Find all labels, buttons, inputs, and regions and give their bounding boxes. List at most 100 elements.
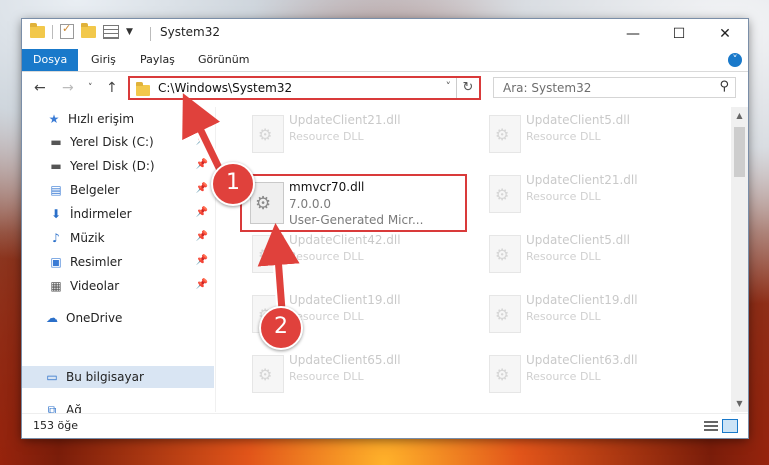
navigation-bar: ← → ˅ ↑ C:\Windows\System32 ˅ ↻ Ara: Sys… <box>22 72 748 106</box>
nav-item-label: Hızlı erişim <box>68 112 135 126</box>
dll-file-icon <box>489 235 521 273</box>
file-item[interactable]: UpdateClient21.dll Resource DLL <box>240 107 470 159</box>
music-icon: ♪ <box>52 231 60 245</box>
file-type: Resource DLL <box>289 250 364 263</box>
file-name: mmvcr70.dll <box>289 180 365 194</box>
details-view-icon[interactable] <box>704 419 718 431</box>
address-path[interactable]: C:\Windows\System32 <box>158 81 292 95</box>
tab-paylas[interactable]: Paylaş <box>140 49 175 71</box>
nav-item-onedrive[interactable]: ☁ OneDrive <box>22 307 214 329</box>
drive-icon: ▬ <box>50 159 62 173</box>
download-icon: ⬇ <box>50 207 62 221</box>
file-name: UpdateClient63.dll <box>526 353 638 367</box>
file-type: Resource DLL <box>526 190 601 203</box>
search-icon[interactable]: ⚲ <box>719 79 729 94</box>
nav-item-disk-c[interactable]: ▬ Yerel Disk (C:) 📌 <box>22 131 214 153</box>
nav-item-label: Resimler <box>70 255 123 269</box>
pin-icon: 📌 <box>195 207 208 218</box>
file-name: UpdateClient19.dll <box>526 293 638 307</box>
up-icon[interactable]: ↑ <box>106 80 118 96</box>
dll-file-icon <box>250 182 284 224</box>
search-placeholder[interactable]: Ara: System32 <box>503 81 591 95</box>
new-folder-icon[interactable] <box>81 22 96 38</box>
star-icon: ★ <box>48 112 60 126</box>
dll-file-icon <box>489 295 521 333</box>
folder-icon <box>30 22 45 38</box>
nav-item-downloads[interactable]: ⬇ İndirmeler 📌 <box>22 203 214 225</box>
vertical-scrollbar[interactable]: ▲ ▼ <box>731 107 748 412</box>
pin-icon: 📌 <box>195 231 208 242</box>
dll-file-icon <box>489 355 521 393</box>
nav-item-label: Belgeler <box>70 183 120 197</box>
nav-item-videos[interactable]: ▦ Videolar 📌 <box>22 275 214 297</box>
file-item[interactable]: UpdateClient63.dll Resource DLL <box>477 347 707 399</box>
nav-item-pictures[interactable]: ▣ Resimler 📌 <box>22 251 214 273</box>
file-item[interactable]: UpdateClient5.dll Resource DLL <box>477 107 707 159</box>
address-dropdown-icon[interactable]: ˅ <box>446 80 452 93</box>
pane-divider <box>215 107 216 412</box>
tab-dosya[interactable]: Dosya <box>22 49 79 71</box>
nav-item-documents[interactable]: ▤ Belgeler 📌 <box>22 179 214 201</box>
nav-item-label: İndirmeler <box>70 207 132 221</box>
documents-icon: ▤ <box>50 183 62 197</box>
pictures-icon: ▣ <box>50 255 62 269</box>
scroll-down-icon[interactable]: ▼ <box>731 395 748 412</box>
ribbon-expand-icon[interactable]: ˅ <box>728 53 742 67</box>
nav-item-this-pc[interactable]: ▭ Bu bilgisayar <box>22 366 214 388</box>
file-item[interactable]: UpdateClient42.dll Resource DLL <box>240 227 470 279</box>
window-title: System32 <box>160 25 221 39</box>
callout-1: 1 <box>211 162 255 206</box>
dll-file-icon <box>252 355 284 393</box>
nav-item-label: Yerel Disk (D:) <box>70 159 155 173</box>
title-bar: ▼ System32 — ☐ ✕ <box>22 19 748 49</box>
recent-locations-icon[interactable]: ˅ <box>88 83 93 93</box>
file-name: UpdateClient21.dll <box>526 173 638 187</box>
search-box[interactable]: Ara: System32 ⚲ <box>493 77 736 98</box>
file-type: Resource DLL <box>526 250 601 263</box>
file-name: UpdateClient19.dll <box>289 293 401 307</box>
ribbon-tabs: Dosya Giriş Paylaş Görünüm ˅ <box>22 49 748 72</box>
title-divider <box>150 27 151 41</box>
file-item[interactable]: UpdateClient5.dll Resource DLL <box>477 227 707 279</box>
computer-icon: ▭ <box>46 370 58 384</box>
item-count: 153 öğe <box>33 419 78 432</box>
scroll-thumb[interactable] <box>734 127 745 177</box>
nav-item-label: Yerel Disk (C:) <box>70 135 154 149</box>
file-item[interactable]: UpdateClient21.dll Resource DLL <box>477 167 707 219</box>
file-version: 7.0.0.0 <box>289 197 331 211</box>
close-button[interactable]: ✕ <box>702 19 748 49</box>
back-icon[interactable]: ← <box>34 80 46 96</box>
address-bar[interactable]: C:\Windows\System32 ˅ ↻ <box>128 76 481 100</box>
pin-icon: 📌 <box>195 135 208 146</box>
nav-item-label: Videolar <box>70 279 120 293</box>
tiles-view-icon[interactable] <box>722 419 738 433</box>
nav-item-label: OneDrive <box>66 311 123 325</box>
view-icon[interactable] <box>103 24 119 39</box>
tab-gorunum[interactable]: Görünüm <box>198 49 249 71</box>
nav-item-music[interactable]: ♪ Müzik 📌 <box>22 227 214 249</box>
scroll-up-icon[interactable]: ▲ <box>731 107 748 124</box>
toolbar-divider <box>52 24 53 39</box>
file-item[interactable]: UpdateClient65.dll Resource DLL <box>240 347 470 399</box>
highlighted-file-mmvcr70[interactable]: mmvcr70.dll 7.0.0.0 User-Generated Micr.… <box>240 174 467 232</box>
minimize-button[interactable]: — <box>610 19 656 49</box>
dll-file-icon <box>252 235 284 273</box>
nav-item-quick-access[interactable]: ★ Hızlı erişim <box>22 108 214 130</box>
pin-icon: 📌 <box>195 255 208 266</box>
file-type: Resource DLL <box>526 370 601 383</box>
drive-icon: ▬ <box>50 135 62 149</box>
customize-dropdown-icon[interactable]: ▼ <box>126 27 133 37</box>
refresh-icon[interactable]: ↻ <box>456 78 479 98</box>
pin-icon: 📌 <box>195 159 208 170</box>
file-description: User-Generated Micr... <box>289 213 424 227</box>
file-type: Resource DLL <box>289 130 364 143</box>
navigation-pane: ★ Hızlı erişim ▬ Yerel Disk (C:) 📌 ▬ Yer… <box>22 107 215 417</box>
file-item[interactable]: UpdateClient19.dll Resource DLL <box>477 287 707 339</box>
quick-access-toolbar: ▼ <box>30 22 133 39</box>
forward-icon[interactable]: → <box>62 80 74 96</box>
properties-icon[interactable] <box>60 22 74 39</box>
dll-file-icon <box>252 115 284 153</box>
tab-giris[interactable]: Giriş <box>91 49 116 71</box>
maximize-button[interactable]: ☐ <box>656 19 702 49</box>
nav-item-disk-d[interactable]: ▬ Yerel Disk (D:) 📌 <box>22 155 214 177</box>
